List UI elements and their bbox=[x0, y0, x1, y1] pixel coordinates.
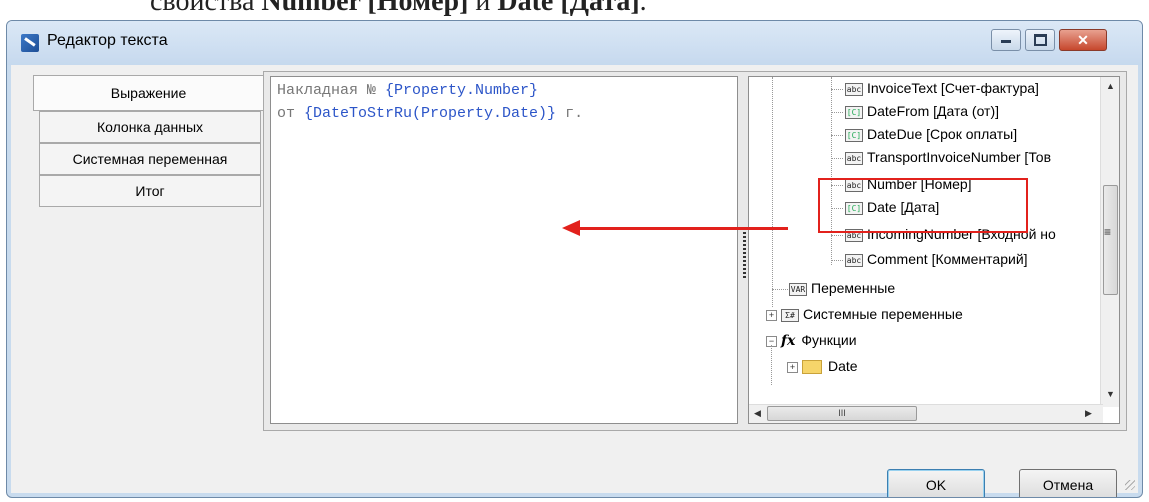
tab-system-variable[interactable]: Системная переменная bbox=[39, 143, 261, 175]
folder-icon bbox=[802, 360, 822, 375]
tree-item-transport-invoice-number[interactable]: abc TransportInvoiceNumber [Тов bbox=[845, 149, 1051, 165]
text-editor-dialog: Редактор текста ✕ Выражение Колонка данн… bbox=[6, 20, 1143, 498]
close-icon: ✕ bbox=[1077, 32, 1089, 48]
date-field-icon: [C] bbox=[845, 128, 863, 142]
editor-line1-text: Накладная № bbox=[277, 82, 386, 99]
app-icon bbox=[21, 34, 39, 52]
text-field-icon: abc bbox=[845, 151, 863, 165]
tree-vertical-scrollbar[interactable]: ▲ ≡ ▼ bbox=[1100, 77, 1119, 407]
expression-editor[interactable]: Накладная № {Property.Number} от {DateTo… bbox=[270, 76, 738, 424]
scroll-left-icon[interactable]: ◀ bbox=[754, 408, 761, 419]
tree-horizontal-scrollbar[interactable]: ◀ III ▶ bbox=[749, 404, 1103, 423]
dialog-body: Выражение Колонка данных Системная перем… bbox=[11, 65, 1138, 497]
scroll-right-icon[interactable]: ▶ bbox=[1085, 408, 1092, 419]
tab-total[interactable]: Итог bbox=[39, 175, 261, 207]
tree-connector bbox=[831, 135, 843, 137]
resize-grip[interactable] bbox=[1125, 480, 1135, 490]
tree-connector bbox=[831, 158, 843, 160]
splitter-handle[interactable] bbox=[743, 232, 746, 278]
close-button[interactable]: ✕ bbox=[1059, 29, 1107, 51]
red-arrow-annotation bbox=[562, 220, 788, 236]
scroll-down-icon[interactable]: ▼ bbox=[1106, 389, 1115, 399]
dictionary-tree: abc InvoiceText [Счет-фактура] [C] DateFro… bbox=[748, 76, 1120, 424]
tree-item-functions[interactable]: − fx Функции bbox=[766, 332, 857, 349]
maximize-button[interactable] bbox=[1025, 29, 1055, 51]
function-icon: fx bbox=[781, 333, 796, 349]
expression-panel: Накладная № {Property.Number} от {DateTo… bbox=[263, 71, 1127, 431]
tree-item-date-folder[interactable]: + Date bbox=[787, 358, 858, 375]
tree-connector bbox=[831, 260, 843, 262]
vertical-scroll-thumb[interactable] bbox=[1103, 185, 1118, 295]
expand-icon[interactable]: + bbox=[787, 361, 798, 373]
editor-line2-expression: {DateToStrRu(Property.Date)} bbox=[304, 105, 557, 122]
document-caption: свойства Number [Номер] и Date [Дата]. bbox=[150, 0, 647, 17]
text-field-icon: abc bbox=[845, 82, 863, 96]
tree-connector bbox=[772, 289, 788, 291]
scroll-up-icon[interactable]: ▲ bbox=[1106, 81, 1115, 91]
system-variables-icon: Σ# bbox=[781, 308, 799, 322]
tree-item-comment[interactable]: abc Comment [Комментарий] bbox=[845, 251, 1028, 267]
highlight-box-annotation bbox=[818, 178, 1028, 233]
tab-expression[interactable]: Выражение bbox=[33, 75, 263, 111]
tree-item-invoice-text[interactable]: abc InvoiceText [Счет-фактура] bbox=[845, 80, 1039, 96]
editor-line2-tail: г. bbox=[556, 105, 584, 122]
variables-icon: VAR bbox=[789, 282, 807, 296]
minimize-button[interactable] bbox=[991, 29, 1021, 51]
tree-line bbox=[771, 345, 773, 385]
maximize-icon bbox=[1033, 34, 1047, 46]
ok-button[interactable]: OK bbox=[887, 469, 985, 497]
tree-item-date-due[interactable]: [C] DateDue [Срок оплаты] bbox=[845, 126, 1017, 142]
tree-line bbox=[772, 77, 774, 307]
tree-connector bbox=[831, 89, 843, 91]
tree-connector bbox=[831, 235, 843, 237]
tree-item-system-variables[interactable]: + Σ# Системные переменные bbox=[766, 306, 963, 322]
tab-data-column[interactable]: Колонка данных bbox=[39, 111, 261, 143]
tree-item-date-from[interactable]: [C] DateFrom [Дата (от)] bbox=[845, 103, 999, 119]
horizontal-scroll-thumb[interactable]: III bbox=[767, 406, 917, 421]
text-field-icon: abc bbox=[845, 253, 863, 267]
scroll-grip-icon: ≡ bbox=[1104, 225, 1112, 239]
editor-line2-text: от bbox=[277, 105, 305, 122]
window-title: Редактор текста bbox=[47, 32, 168, 49]
cancel-button[interactable]: Отмена bbox=[1019, 469, 1117, 497]
tree-connector bbox=[831, 112, 843, 114]
title-bar: Редактор текста ✕ bbox=[7, 21, 1142, 65]
expand-icon[interactable]: + bbox=[766, 309, 777, 321]
minimize-icon bbox=[1001, 40, 1011, 43]
editor-line1-expression: {Property.Number} bbox=[385, 82, 539, 99]
tree-item-variables[interactable]: VAR Переменные bbox=[789, 280, 895, 296]
date-field-icon: [C] bbox=[845, 105, 863, 119]
